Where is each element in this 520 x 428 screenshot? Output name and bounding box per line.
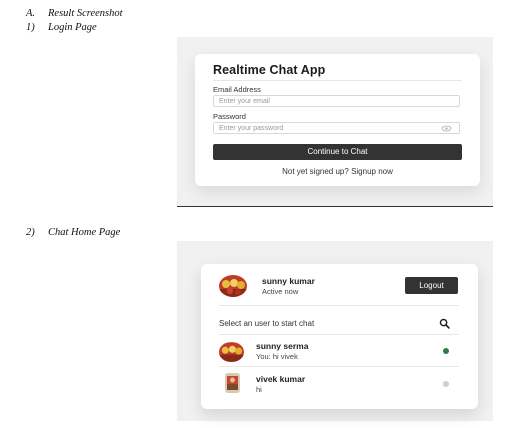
section-heading: A. Result Screenshot: [26, 8, 123, 19]
user-name: vivek kumar: [256, 374, 306, 384]
eye-icon[interactable]: [441, 125, 452, 132]
horizontal-rule: [177, 206, 493, 207]
email-field[interactable]: Enter your email: [213, 95, 460, 107]
signup-prompt: Not yet signed up?: [282, 167, 349, 176]
avatar: [225, 373, 240, 393]
chat-card: sunny kumar Active now Logout Select an …: [201, 264, 478, 409]
item-heading-login: 1) Login Page: [26, 22, 97, 33]
item-heading-chat: 2) Chat Home Page: [26, 227, 120, 238]
login-screenshot: Realtime Chat App Email Address Enter yo…: [177, 37, 493, 206]
search-icon[interactable]: [439, 318, 450, 329]
item-title: Chat Home Page: [48, 227, 121, 238]
offline-status-dot: [443, 381, 449, 387]
item-number: 1): [26, 22, 35, 33]
continue-button[interactable]: Continue to Chat: [213, 144, 462, 160]
signup-row: Not yet signed up? Signup now: [195, 167, 480, 176]
current-user-name: sunny kumar: [262, 276, 315, 286]
last-message: hi: [256, 385, 262, 394]
current-user-status: Active now: [262, 287, 299, 296]
logout-button[interactable]: Logout: [405, 277, 458, 294]
section-title: Result Screenshot: [48, 8, 123, 19]
signup-link[interactable]: Signup now: [351, 167, 393, 176]
app-title: Realtime Chat App: [213, 63, 326, 77]
item-title: Login Page: [48, 22, 97, 33]
email-placeholder: Enter your email: [219, 98, 270, 105]
chat-screenshot: sunny kumar Active now Logout Select an …: [177, 241, 493, 421]
avatar: [219, 275, 247, 297]
item-number: 2): [26, 227, 35, 238]
section-number: A.: [26, 8, 36, 19]
divider: [219, 334, 459, 335]
search-prompt: Select an user to start chat: [219, 319, 315, 328]
login-card: Realtime Chat App Email Address Enter yo…: [195, 54, 480, 186]
user-name: sunny serma: [256, 341, 309, 351]
last-message: You: hi vivek: [256, 352, 298, 361]
divider: [219, 366, 459, 367]
avatar: [219, 342, 244, 362]
password-field[interactable]: Enter your password: [213, 122, 460, 134]
password-label: Password: [213, 112, 246, 121]
divider: [219, 305, 459, 306]
email-label: Email Address: [213, 85, 261, 94]
divider: [213, 80, 462, 81]
password-placeholder: Enter your password: [219, 125, 284, 132]
online-status-dot: [443, 348, 449, 354]
